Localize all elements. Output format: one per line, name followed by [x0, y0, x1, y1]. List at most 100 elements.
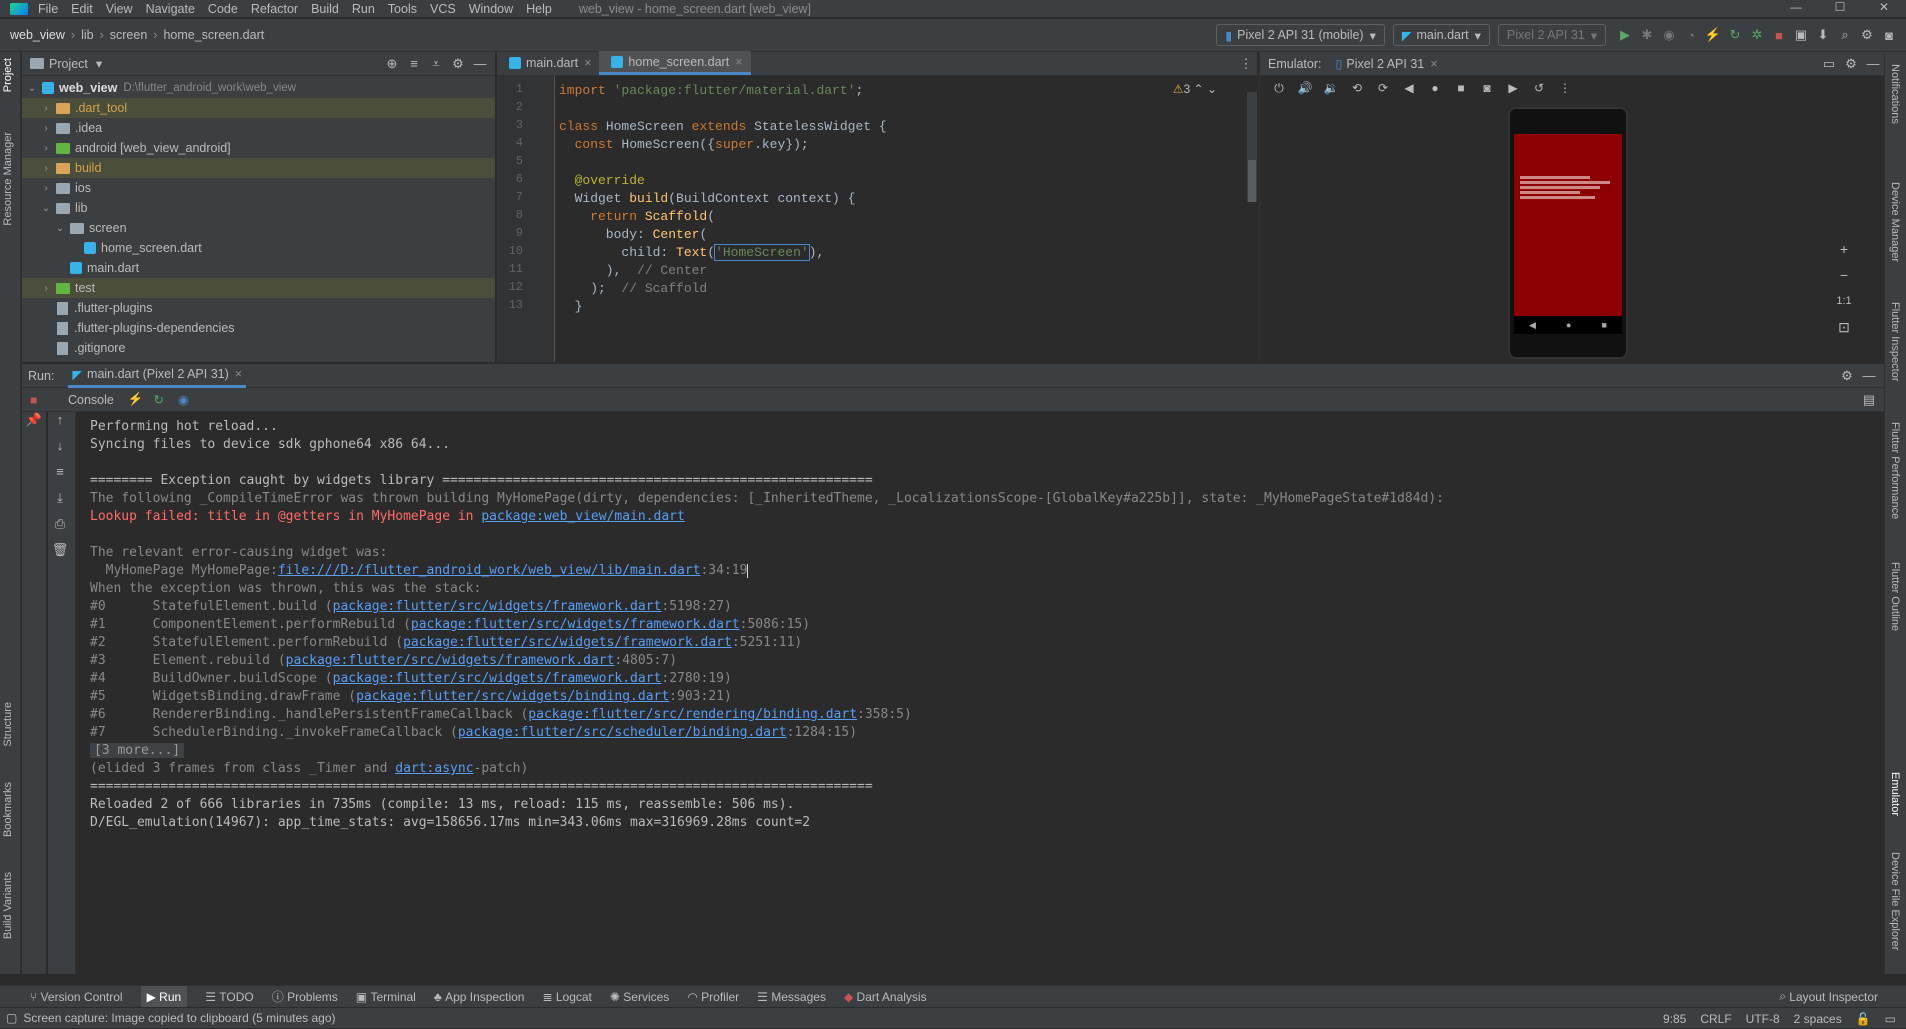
hide-panel-icon[interactable]: —	[469, 53, 491, 75]
run-config-selector[interactable]: ◤ main.dart ▾	[1392, 24, 1490, 46]
tree-item[interactable]: .flutter-plugins-dependencies	[22, 318, 495, 338]
search-icon[interactable]: ⌕	[1834, 24, 1856, 46]
tab-structure[interactable]: Structure	[2, 702, 14, 747]
indent-setting[interactable]: 2 spaces	[1794, 1012, 1842, 1026]
project-panel-title[interactable]: Project	[49, 57, 88, 71]
tool-app-inspection[interactable]: ♣ App Inspection	[434, 990, 525, 1004]
coverage-icon[interactable]: ◉	[1658, 24, 1680, 46]
close-window-icon[interactable]: ✕	[1862, 0, 1906, 17]
zoom-in-icon[interactable]: +	[1840, 236, 1848, 262]
close-icon[interactable]: ×	[735, 55, 742, 69]
line-separator[interactable]: CRLF	[1700, 1012, 1731, 1026]
code-line[interactable]: }	[559, 298, 887, 316]
menu-tools[interactable]: Tools	[388, 2, 417, 16]
volume-down-icon[interactable]: 🔉	[1318, 81, 1344, 95]
breadcrumb-lib[interactable]: lib	[81, 28, 94, 42]
chevron-right-icon[interactable]: ›	[40, 123, 52, 134]
code-line[interactable]	[559, 154, 887, 172]
hot-reload-icon[interactable]: ⚡	[128, 392, 144, 407]
debug-icon[interactable]: ✱	[1636, 24, 1658, 46]
code-line[interactable]: return Scaffold(	[559, 208, 887, 226]
tab-flutter-outline[interactable]: Flutter Outline	[1889, 562, 1901, 631]
menu-view[interactable]: View	[106, 2, 133, 16]
console-output[interactable]: Performing hot reload... Syncing files to…	[90, 418, 1444, 832]
home-icon[interactable]: ●	[1422, 81, 1448, 95]
hide-panel-icon[interactable]: —	[1858, 365, 1880, 387]
caret-position[interactable]: 9:85	[1663, 1012, 1686, 1026]
console-link[interactable]: file:///D:/flutter_android_work/web_view…	[278, 563, 701, 578]
status-message[interactable]: Screen capture: Image copied to clipboar…	[23, 1011, 335, 1025]
emulator-screen[interactable]	[1514, 134, 1622, 316]
chevron-right-icon[interactable]: ›	[40, 143, 52, 154]
menu-file[interactable]: File	[38, 2, 58, 16]
close-icon[interactable]: ×	[235, 367, 242, 381]
gear-icon[interactable]: ⚙	[447, 53, 469, 75]
lock-icon[interactable]: 🔓	[1856, 1012, 1871, 1026]
menu-refactor[interactable]: Refactor	[251, 2, 298, 16]
console-link[interactable]: package:flutter/src/widgets/framework.da…	[411, 617, 740, 632]
close-icon[interactable]: ×	[584, 56, 591, 70]
tab-device-manager[interactable]: Device Manager	[1889, 182, 1901, 262]
chevron-down-icon[interactable]: ⌄	[1207, 82, 1217, 96]
tool-layout-inspector[interactable]: ⌕ Layout Inspector	[1779, 989, 1878, 1004]
gear-icon[interactable]: ⚙	[1856, 24, 1878, 46]
warnings-indicator[interactable]: ⚠3 ⌃ ⌄	[1173, 82, 1217, 96]
tab-flutter-performance[interactable]: Flutter Performance	[1889, 422, 1901, 519]
window-mode-icon[interactable]: ▭	[1818, 53, 1840, 75]
editor-tab-home-screen[interactable]: home_screen.dart ×	[599, 51, 751, 75]
event-log-icon[interactable]: ▢	[6, 1011, 17, 1025]
gear-icon[interactable]: ⚙	[1836, 365, 1858, 387]
menu-window[interactable]: Window	[469, 2, 513, 16]
tree-item[interactable]: › test	[22, 278, 495, 298]
close-icon[interactable]: ×	[1430, 57, 1437, 71]
code-line[interactable]: class HomeScreen extends StatelessWidget…	[559, 118, 887, 136]
locate-icon[interactable]: ⊕	[381, 53, 403, 75]
chevron-up-icon[interactable]: ⌃	[1194, 82, 1204, 96]
layout-icon[interactable]: ▤	[1858, 389, 1880, 411]
back-icon[interactable]: ◀	[1529, 320, 1536, 331]
tree-item[interactable]: .gitignore	[22, 338, 495, 358]
expand-all-icon[interactable]: ≡	[403, 53, 425, 75]
tree-item[interactable]: ⌄ screen	[22, 218, 495, 238]
fit-screen-icon[interactable]: ⊡	[1838, 314, 1850, 340]
tree-item[interactable]: › build	[22, 158, 495, 178]
more-icon[interactable]: ⋮	[1235, 53, 1257, 75]
file-encoding[interactable]: UTF-8	[1746, 1012, 1780, 1026]
tool-dart-analysis[interactable]: ◆ Dart Analysis	[844, 990, 927, 1004]
zoom-actual-size[interactable]: 1:1	[1836, 288, 1851, 314]
soft-wrap-icon[interactable]: ≡	[48, 464, 72, 490]
tab-build-variants[interactable]: Build Variants	[2, 872, 14, 939]
breadcrumb-screen[interactable]: screen	[110, 28, 148, 42]
code-line[interactable]: Widget build(BuildContext context) {	[559, 190, 887, 208]
menu-vcs[interactable]: VCS	[430, 2, 456, 16]
more-icon[interactable]: ⋮	[1552, 81, 1578, 95]
gear-icon[interactable]: ⚙	[1840, 53, 1862, 75]
chevron-down-icon[interactable]: ⌄	[40, 203, 52, 214]
stop-icon[interactable]: ■	[1768, 24, 1790, 46]
power-icon[interactable]: ⏻	[1266, 81, 1292, 96]
overview-icon[interactable]: ■	[1602, 320, 1607, 330]
tab-bookmarks[interactable]: Bookmarks	[2, 782, 14, 837]
chevron-right-icon[interactable]: ›	[40, 183, 52, 194]
chevron-down-icon[interactable]: ▾	[96, 56, 102, 71]
chevron-right-icon[interactable]: ›	[40, 283, 52, 294]
editor-scroll-thumb[interactable]	[1248, 160, 1256, 202]
tree-item[interactable]: › .idea	[22, 118, 495, 138]
maximize-icon[interactable]: ☐	[1818, 0, 1862, 17]
hide-panel-icon[interactable]: —	[1862, 53, 1884, 75]
menu-run[interactable]: Run	[352, 2, 375, 16]
console-link[interactable]: package:web_view/main.dart	[481, 509, 685, 524]
tool-services[interactable]: ✺ Services	[610, 990, 669, 1004]
code-line[interactable]: ); // Scaffold	[559, 280, 887, 298]
attach-debugger-icon[interactable]: ✲	[1746, 24, 1768, 46]
hot-restart-icon[interactable]: ↻	[1724, 24, 1746, 46]
tab-flutter-inspector[interactable]: Flutter Inspector	[1889, 302, 1901, 381]
console-link[interactable]: package:flutter/src/widgets/framework.da…	[333, 599, 662, 614]
trash-icon[interactable]: 🗑	[48, 542, 72, 568]
tool-logcat[interactable]: ≣ Logcat	[542, 990, 591, 1004]
tree-item[interactable]: › android [web_view_android]	[22, 138, 495, 158]
editor-tab-main-dart[interactable]: main.dart ×	[497, 51, 599, 75]
menu-build[interactable]: Build	[311, 2, 339, 16]
breadcrumb-project[interactable]: web_view	[10, 28, 65, 42]
run-icon[interactable]: ▶	[1614, 24, 1636, 46]
